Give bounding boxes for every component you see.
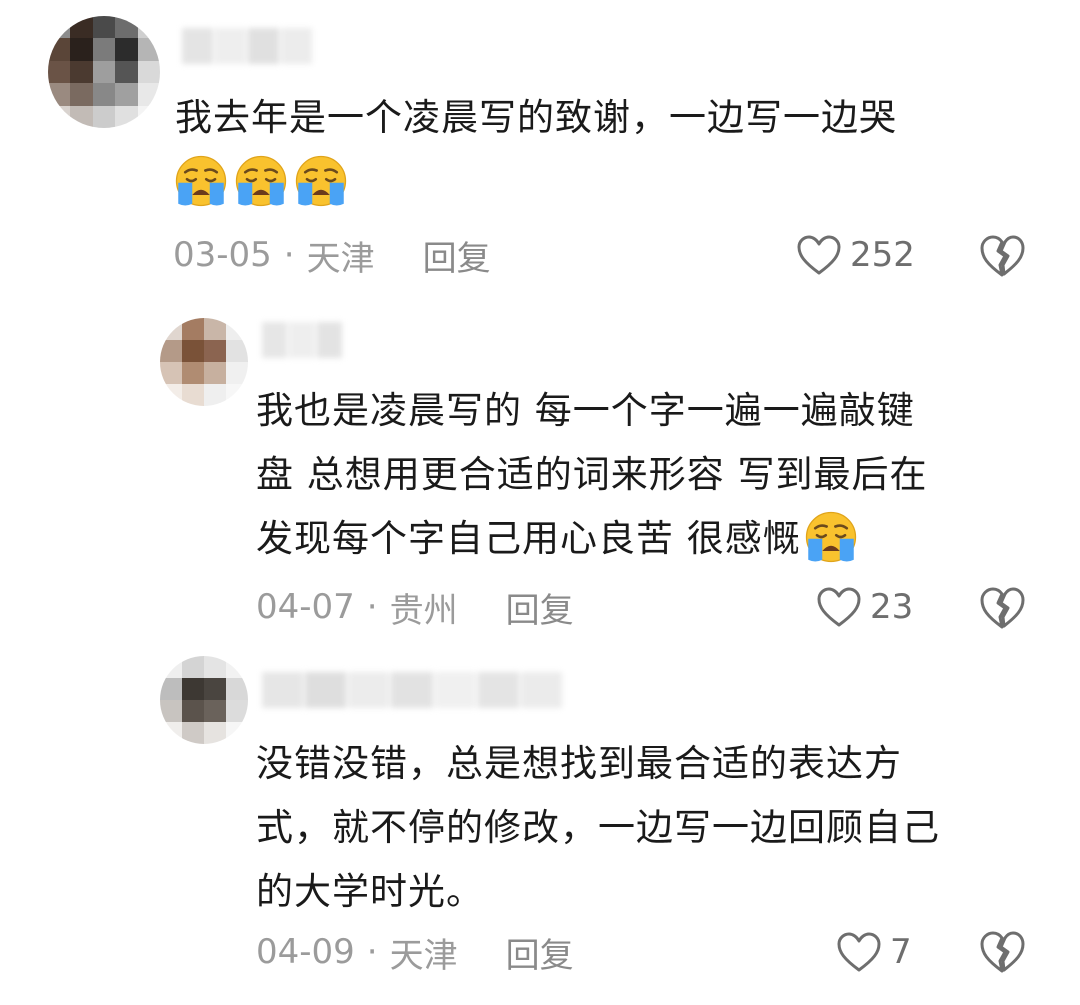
username-blurred[interactable] [262, 322, 342, 358]
like-button[interactable]: 23 [816, 582, 913, 632]
comment-text: 我也是凌晨写的 每一个字一遍一遍敲键 盘 总想用更合适的词来形容 写到最后在 发… [256, 379, 928, 571]
avatar[interactable] [160, 318, 248, 406]
comment-date: 03-05 [173, 235, 272, 275]
comment-date: 04-09 [256, 932, 355, 972]
comment-line-text: 发现每个字自己用心良苦 很感慨 [256, 517, 801, 560]
avatar[interactable] [48, 16, 160, 128]
like-button[interactable]: 7 [836, 927, 912, 977]
meta-separator: · [366, 587, 378, 627]
comment-line: 发现每个字自己用心良苦 很感慨 [256, 507, 928, 571]
meta-separator: · [283, 235, 295, 275]
heart-outline-icon [836, 931, 882, 973]
like-button[interactable]: 252 [796, 230, 915, 280]
comment-text: 没错没错，总是想找到最合适的表达方 式，就不停的修改，一边写一边回顾自己 的大学… [256, 732, 940, 924]
crying-face-emoji [293, 153, 349, 209]
comment-meta: 04-09 · 天津 回复 [256, 927, 574, 977]
crying-face-emoji [173, 153, 229, 209]
comment-meta: 03-05 · 天津 回复 [173, 230, 491, 280]
like-count: 7 [890, 932, 912, 972]
reply-button[interactable]: 回复 [506, 583, 574, 632]
comment-line: 式，就不停的修改，一边写一边回顾自己 [256, 806, 940, 849]
comment-text: 我去年是一个凌晨写的致谢，一边写一边哭 [175, 86, 897, 150]
broken-heart-icon[interactable] [978, 232, 1026, 280]
like-count: 23 [870, 587, 914, 627]
comment-date: 04-07 [256, 587, 355, 627]
reply-button[interactable]: 回复 [423, 231, 491, 280]
comment-line: 没错没错，总是想找到最合适的表达方 [256, 742, 902, 785]
comment-meta: 04-07 · 贵州 回复 [256, 582, 574, 632]
comment-location: 天津 [306, 238, 375, 279]
comment-line: 盘 总想用更合适的词来形容 写到最后在 [256, 453, 928, 496]
heart-outline-icon [816, 586, 862, 628]
crying-face-emoji [233, 153, 289, 209]
avatar[interactable] [160, 656, 248, 744]
reply-button[interactable]: 回复 [506, 928, 574, 977]
broken-heart-icon[interactable] [978, 584, 1026, 632]
comment-location: 天津 [389, 935, 458, 976]
emoji-row [173, 153, 349, 209]
comment-line: 我也是凌晨写的 每一个字一遍一遍敲键 [256, 389, 915, 432]
username-blurred[interactable] [262, 672, 562, 708]
comment-location: 贵州 [389, 590, 458, 631]
meta-separator: · [366, 932, 378, 972]
like-count: 252 [850, 235, 915, 275]
comment-line: 的大学时光。 [256, 870, 484, 913]
crying-face-emoji [803, 509, 859, 565]
heart-outline-icon [796, 234, 842, 276]
comment-line: 我去年是一个凌晨写的致谢，一边写一边哭 [175, 96, 897, 139]
username-blurred[interactable] [182, 28, 312, 64]
broken-heart-icon[interactable] [978, 928, 1026, 976]
